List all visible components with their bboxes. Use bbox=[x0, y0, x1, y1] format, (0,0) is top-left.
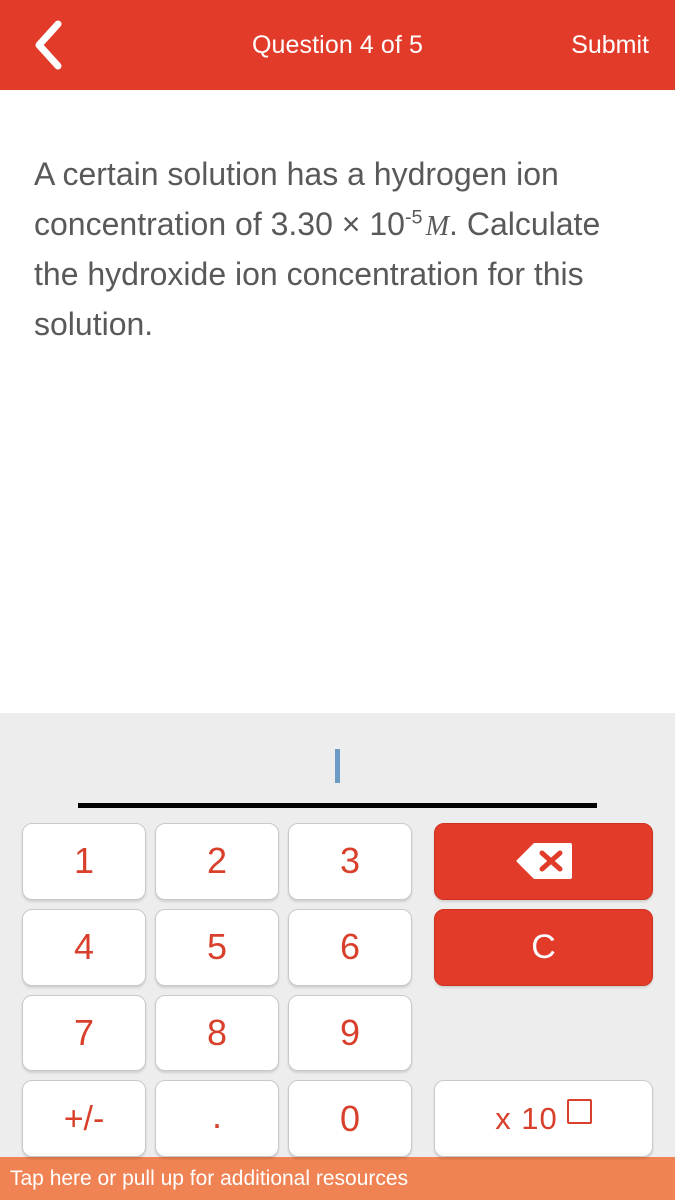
key-6[interactable]: 6 bbox=[288, 908, 412, 986]
answer-input[interactable] bbox=[78, 731, 597, 808]
key-4[interactable]: 4 bbox=[22, 908, 146, 986]
numeric-keypad: 1 2 3 4 5 6 7 8 9 +/- . 0 bbox=[22, 823, 412, 1157]
text-caret bbox=[335, 749, 340, 783]
additional-resources-bar[interactable]: Tap here or pull up for additional resou… bbox=[0, 1157, 675, 1200]
submit-button[interactable]: Submit bbox=[571, 0, 649, 90]
question-unit: M bbox=[425, 210, 450, 242]
key-plus-minus[interactable]: +/- bbox=[22, 1080, 146, 1157]
times-ten-label: x 10 bbox=[495, 1101, 558, 1137]
question-area: A certain solution has a hydrogen ion co… bbox=[0, 90, 675, 713]
back-button[interactable] bbox=[0, 0, 90, 90]
keypad-spacer bbox=[434, 995, 653, 1072]
key-5[interactable]: 5 bbox=[155, 908, 279, 986]
times-ten-power-key[interactable]: x 10 bbox=[434, 1080, 653, 1157]
clear-key[interactable]: C bbox=[434, 908, 653, 986]
key-9[interactable]: 9 bbox=[288, 994, 412, 1072]
backspace-icon bbox=[516, 843, 572, 880]
exponent-placeholder-box bbox=[566, 1099, 592, 1125]
question-unit-suffix: . bbox=[449, 205, 458, 242]
key-7[interactable]: 7 bbox=[22, 994, 146, 1072]
answer-row bbox=[0, 713, 675, 823]
key-3[interactable]: 3 bbox=[288, 823, 412, 900]
action-keypad: C x 10 bbox=[434, 823, 653, 1157]
key-2[interactable]: 2 bbox=[155, 823, 279, 900]
question-exponent: -5 bbox=[404, 206, 423, 229]
question-screen: Question 4 of 5 Submit A certain solutio… bbox=[0, 0, 675, 1200]
key-decimal[interactable]: . bbox=[155, 1080, 279, 1157]
chevron-left-icon bbox=[35, 20, 62, 70]
keypad-panel: 1 2 3 4 5 6 7 8 9 +/- . 0 C x 10 bbox=[0, 713, 675, 1157]
keys-wrap: 1 2 3 4 5 6 7 8 9 +/- . 0 C x 10 bbox=[0, 823, 675, 1157]
key-8[interactable]: 8 bbox=[155, 994, 279, 1072]
question-text: A certain solution has a hydrogen ion co… bbox=[34, 150, 614, 350]
backspace-key[interactable] bbox=[434, 823, 653, 900]
additional-resources-label: Tap here or pull up for additional resou… bbox=[10, 1166, 409, 1190]
key-0[interactable]: 0 bbox=[288, 1080, 412, 1157]
question-line-1: A certain solution has a hydrogen bbox=[34, 156, 508, 192]
app-header: Question 4 of 5 Submit bbox=[0, 0, 675, 90]
key-1[interactable]: 1 bbox=[22, 823, 146, 900]
